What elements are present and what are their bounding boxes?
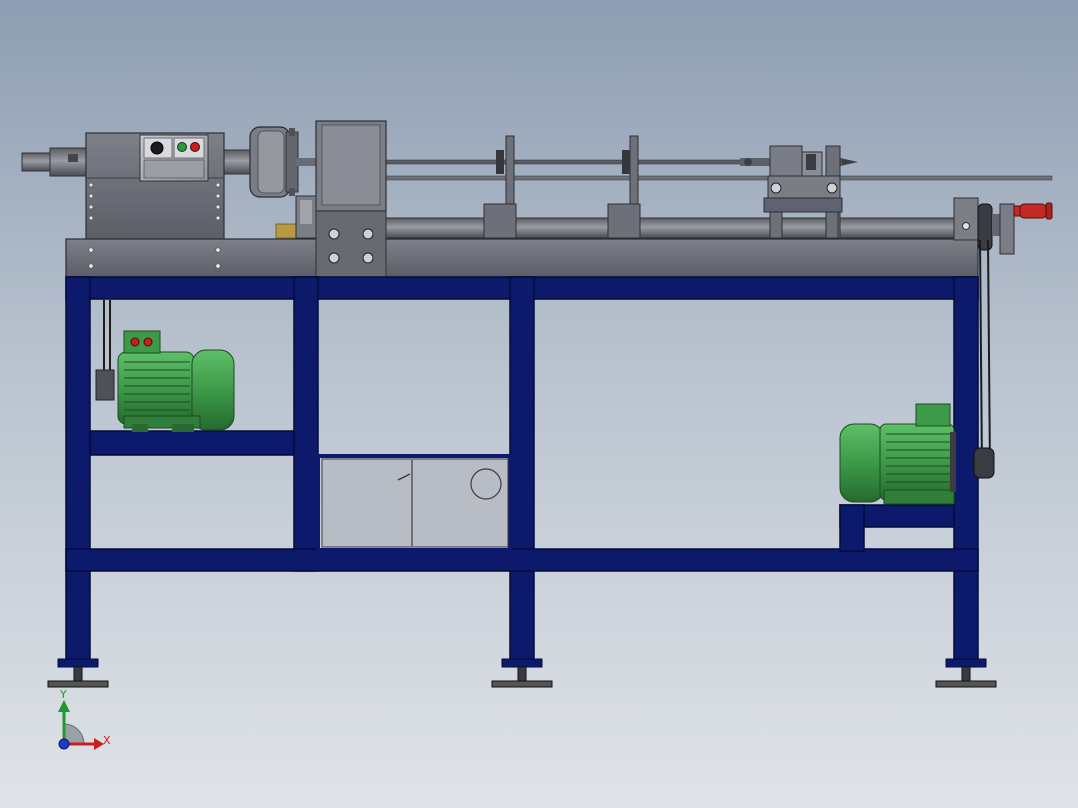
axis-triad <box>58 700 104 750</box>
hand-wheel-handle-icon[interactable] <box>1013 202 1053 220</box>
guide-bar <box>383 217 957 239</box>
chuck <box>249 126 318 198</box>
cad-viewport[interactable]: Y X <box>0 0 1078 808</box>
start-button[interactable] <box>177 142 187 152</box>
steady-rest-2 <box>607 135 641 239</box>
selector-knob-icon[interactable] <box>150 141 164 155</box>
feed-rods <box>385 158 1053 181</box>
steady-rest-1 <box>483 135 517 239</box>
electrical-cabinet <box>321 458 509 548</box>
stop-button[interactable] <box>190 142 200 152</box>
machine-drawing: Y X <box>21 120 1053 750</box>
frame-feet <box>57 658 987 668</box>
motor-left <box>95 330 235 432</box>
leveling-pads <box>47 666 997 688</box>
x-axis-label: X <box>103 734 111 747</box>
y-axis-label: Y <box>59 688 67 701</box>
control-panel <box>139 134 209 182</box>
